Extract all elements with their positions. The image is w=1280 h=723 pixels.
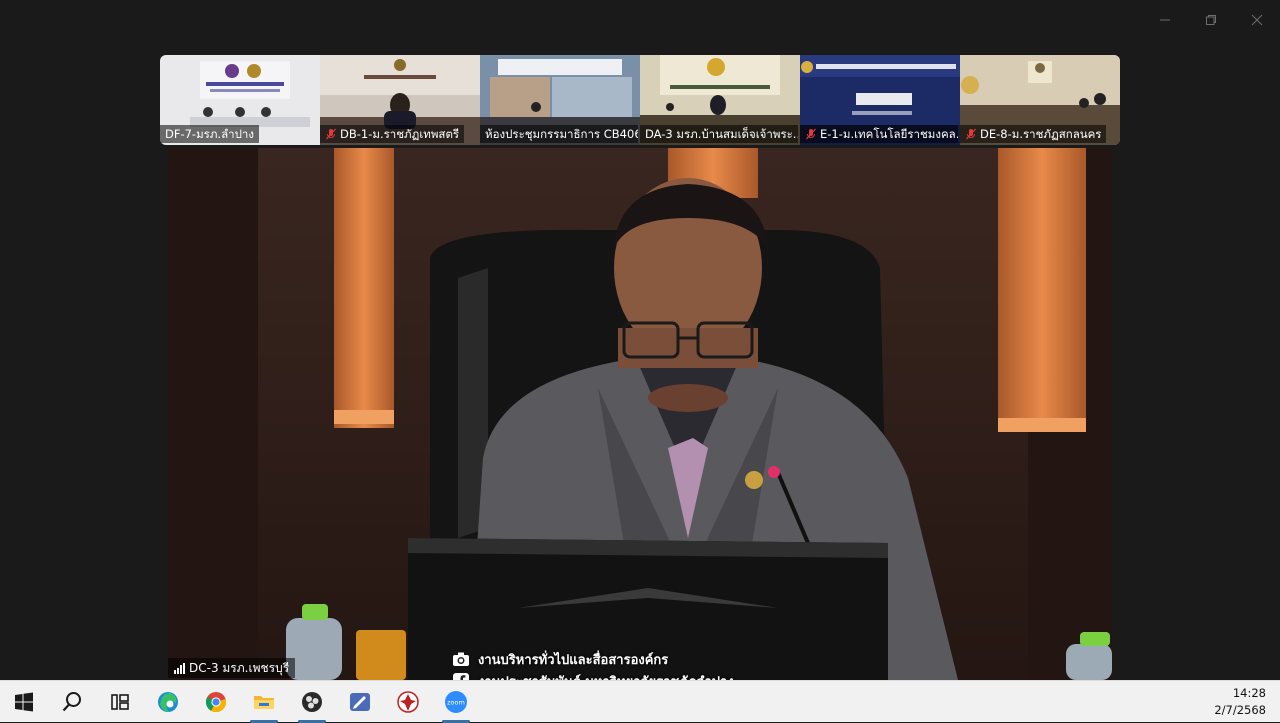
- task-view-button[interactable]: [96, 681, 144, 723]
- start-icon: [15, 692, 33, 711]
- participant-name-label: DB-1-ม.ราชภัฏเทพสตรี: [320, 125, 465, 143]
- file-explorer-taskbar-button[interactable]: [240, 681, 288, 723]
- participant-name-label: DF-7-มรภ.ลำปาง: [160, 125, 259, 143]
- participant-gallery-strip: DF-7-มรภ.ลำปาง DB-1-ม.ราชภัฏเทพสตรี ห้อง…: [160, 55, 1120, 145]
- zoom-taskbar-button[interactable]: zoom: [432, 681, 480, 723]
- participant-name: E-1-ม.เทคโนโลยีราชมงคล...: [820, 127, 958, 141]
- zoom-icon: zoom: [445, 690, 467, 713]
- participant-name-label: E-1-ม.เทคโนโลยีราชมงคล...: [800, 125, 958, 143]
- video-watermark: งานบริหารทั่วไปและสื่อสารองค์กร งานประชา…: [452, 648, 734, 680]
- active-speaker-name-label: DC-3 มรภ.เพชรบุรี: [168, 658, 296, 678]
- participant-name: DE-8-ม.ราชภัฏสกลนคร: [980, 127, 1102, 141]
- window-controls: [1142, 0, 1280, 40]
- participant-tile[interactable]: ห้องประชุมกรรมาธิการ CB406: [480, 55, 640, 145]
- participant-tile[interactable]: DE-8-ม.ราชภัฏสกลนคร: [960, 55, 1120, 145]
- chrome-taskbar-button[interactable]: [192, 681, 240, 723]
- search-button[interactable]: [48, 681, 96, 723]
- speaker-video-frame: [168, 148, 1112, 680]
- obs-taskbar-button[interactable]: [288, 681, 336, 723]
- minimize-button[interactable]: [1142, 0, 1188, 40]
- facebook-icon: [452, 673, 470, 680]
- svg-text:zoom: zoom: [447, 698, 465, 706]
- participant-tile[interactable]: E-1-ม.เทคโนโลยีราชมงคล...: [800, 55, 960, 145]
- watermark-line-2: งานประชาสัมพันธ์ มหาวิทยาลัยราชภัฏลำปาง: [478, 671, 734, 681]
- app-taskbar-button[interactable]: [336, 681, 384, 723]
- system-clock[interactable]: 14:28 2/7/2568: [1214, 681, 1266, 723]
- file-explorer-icon: [254, 695, 274, 709]
- close-icon: [1251, 14, 1263, 26]
- participant-name: ห้องประชุมกรรมาธิการ CB406: [485, 127, 638, 141]
- mic-muted-icon: [806, 128, 816, 140]
- participant-name: DF-7-มรภ.ลำปาง: [165, 127, 254, 141]
- restore-icon: [1206, 15, 1216, 25]
- participant-tile[interactable]: DA-3 มรภ.บ้านสมเด็จเจ้าพระ...: [640, 55, 800, 145]
- clock-date: 2/7/2568: [1214, 703, 1266, 717]
- edge-taskbar-button[interactable]: [144, 681, 192, 723]
- connection-signal-icon: [174, 662, 185, 674]
- clock-time: 14:28: [1232, 686, 1266, 700]
- chrome-icon: [205, 691, 226, 712]
- restore-button[interactable]: [1188, 0, 1234, 40]
- close-button[interactable]: [1234, 0, 1280, 40]
- participant-name-label: DE-8-ม.ราชภัฏสกลนคร: [960, 125, 1107, 143]
- emblem-taskbar-button[interactable]: [384, 681, 432, 723]
- watermark-line-1: งานบริหารทั่วไปและสื่อสารองค์กร: [478, 652, 669, 668]
- search-icon: [62, 691, 81, 711]
- mic-muted-icon: [326, 128, 336, 140]
- app-icon: [350, 692, 370, 711]
- participant-tile[interactable]: DF-7-มรภ.ลำปาง: [160, 55, 320, 145]
- participant-name: DA-3 มรภ.บ้านสมเด็จเจ้าพระ...: [645, 127, 798, 141]
- mic-muted-icon: [966, 128, 976, 140]
- task-view-icon: [111, 693, 129, 710]
- participant-name-label: DA-3 มรภ.บ้านสมเด็จเจ้าพระ...: [640, 125, 798, 143]
- participant-name-label: ห้องประชุมกรรมาธิการ CB406: [480, 125, 638, 143]
- minimize-icon: [1160, 19, 1170, 21]
- edge-icon: [158, 691, 178, 712]
- obs-icon: [302, 691, 322, 712]
- participant-tile[interactable]: DB-1-ม.ราชภัฏเทพสตรี: [320, 55, 480, 145]
- participant-name: DB-1-ม.ราชภัฏเทพสตรี: [340, 127, 460, 141]
- active-speaker-video[interactable]: งานบริหารทั่วไปและสื่อสารองค์กร งานประชา…: [168, 148, 1112, 680]
- start-button[interactable]: [0, 681, 48, 723]
- emblem-icon: [397, 690, 419, 713]
- zoom-meeting-window: DF-7-มรภ.ลำปาง DB-1-ม.ราชภัฏเทพสตรี ห้อง…: [0, 0, 1280, 680]
- camera-icon: [452, 651, 470, 667]
- active-speaker-name: DC-3 มรภ.เพชรบุรี: [189, 661, 290, 675]
- windows-taskbar: zoom 14:28 2/7/2568: [0, 680, 1280, 723]
